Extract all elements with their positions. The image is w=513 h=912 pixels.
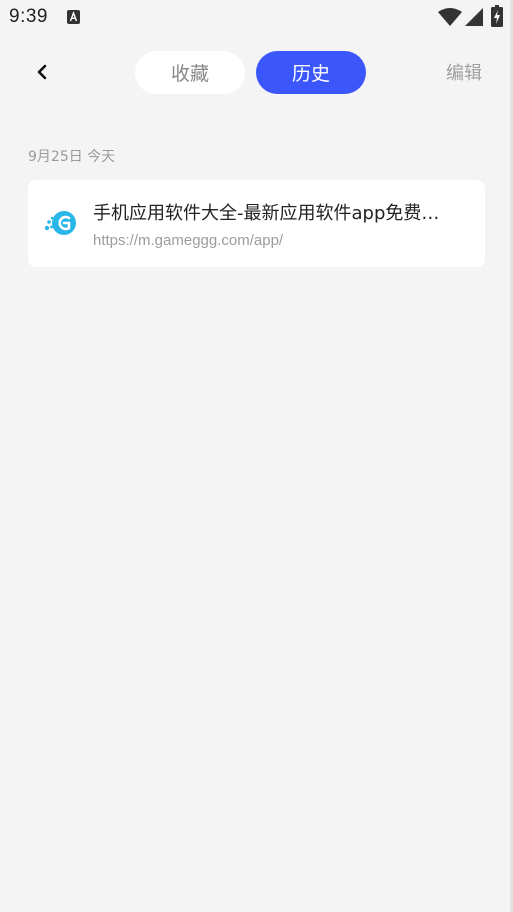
tab-favorites-label: 收藏 xyxy=(170,63,209,85)
history-item-url: https://m.gameggg.com/app/ xyxy=(93,232,284,249)
back-button[interactable] xyxy=(26,56,58,88)
history-item[interactable]: 手机应用软件大全-最新应用软件app免费… https://m.gameggg.… xyxy=(28,180,485,267)
tab-history-label: 历史 xyxy=(291,63,330,85)
history-item-title: 手机应用软件大全-最新应用软件app免费… xyxy=(93,203,440,224)
status-bar: 9:39 xyxy=(0,0,513,36)
tab-history[interactable]: 历史 xyxy=(256,51,366,94)
chevron-left-icon xyxy=(37,64,47,80)
top-nav: 收藏 历史 编辑 xyxy=(0,44,513,100)
edit-button[interactable]: 编辑 xyxy=(446,59,482,85)
wifi-icon xyxy=(438,8,462,26)
battery-charging-icon xyxy=(491,5,503,27)
signal-icon xyxy=(465,8,483,26)
gameggg-logo-icon xyxy=(44,211,76,235)
status-time: 9:39 xyxy=(9,6,48,27)
notification-a-icon xyxy=(67,10,80,24)
tab-favorites[interactable]: 收藏 xyxy=(135,51,245,94)
date-header: 9月25日 今天 xyxy=(28,149,116,165)
